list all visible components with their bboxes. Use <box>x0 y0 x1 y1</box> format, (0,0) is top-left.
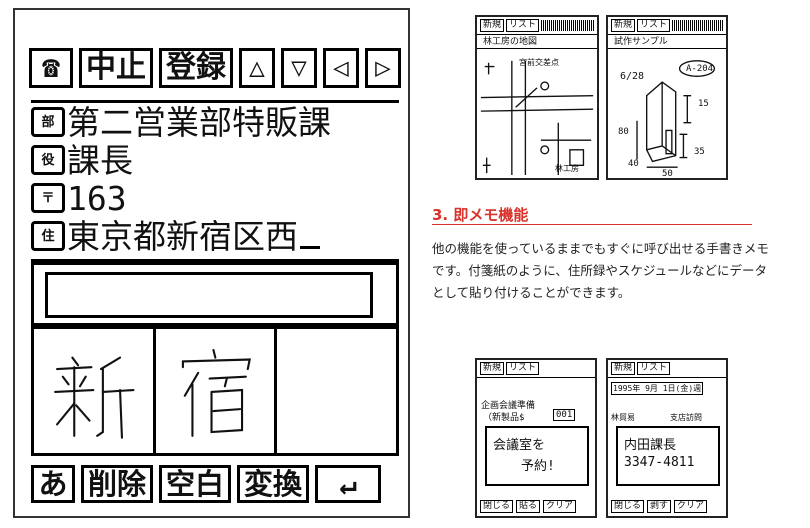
bottom-toolbar: あ 削除 空白 変換 ↵ <box>31 464 382 504</box>
handwriting-area[interactable] <box>31 326 399 456</box>
list-button[interactable]: リスト <box>637 362 671 375</box>
section-divider <box>432 224 752 225</box>
top-toolbar: ☎ 中止 登録 △ ▽ ◁ ▷ <box>29 46 401 90</box>
input-mode-icon[interactable]: あ <box>31 465 75 503</box>
address-icon: 住 <box>31 221 65 251</box>
clear-button[interactable]: クリア <box>543 500 577 513</box>
memo2-event1: 林貿易 <box>611 413 635 422</box>
memo1-toolbar: 新規 リスト <box>477 360 595 378</box>
dimension-40: 40 <box>628 159 639 169</box>
right-arrow-icon[interactable]: ▷ <box>365 48 401 88</box>
title-text: 課長 <box>67 140 133 180</box>
remove-button[interactable]: 剥す <box>647 500 672 513</box>
department-text: 第二営業部特販課 <box>67 102 331 142</box>
dimension-50: 50 <box>662 169 673 179</box>
address-text: 東京都新宿区西 <box>67 216 298 256</box>
map-place-label: 林工房 <box>555 164 579 173</box>
sketch-title: 試作サンプル <box>608 35 726 49</box>
delete-button[interactable]: 削除 <box>81 465 154 503</box>
sketch-toolbar: 新規 リスト <box>608 17 726 35</box>
paste-button[interactable]: 貼る <box>516 500 541 513</box>
up-arrow-icon[interactable]: △ <box>239 48 275 88</box>
memo2-footer: 閉じる 剥す クリア <box>611 500 723 513</box>
down-arrow-icon[interactable]: ▽ <box>281 48 317 88</box>
memo1-note-box[interactable]: 会議室を 予約! <box>485 426 589 486</box>
memo1-footer: 閉じる 貼る クリア <box>480 500 592 513</box>
handwritten-yado-glyph <box>181 348 251 437</box>
memo2-note-line1: 内田課長 <box>624 438 677 453</box>
list-button[interactable]: リスト <box>637 19 671 32</box>
dimension-15: 15 <box>698 99 709 109</box>
new-button[interactable]: 新規 <box>480 362 505 375</box>
handwritten-shin-glyph <box>54 356 135 439</box>
clear-button[interactable]: クリア <box>674 500 708 513</box>
title-row[interactable]: 役 課長 <box>31 141 399 179</box>
left-arrow-icon[interactable]: ◁ <box>323 48 359 88</box>
phone-icon[interactable]: ☎ <box>29 48 73 88</box>
memo2-date: 1995年 9月 1日(金)週 <box>611 382 704 395</box>
list-button[interactable]: リスト <box>506 19 540 32</box>
memo1-number[interactable]: 001 <box>553 409 576 421</box>
meeting-memo-screen: 新規 リスト 企画会議準備 （新製品$ 001 会議室を 予約! 閉じる 貼る … <box>475 358 597 518</box>
sketch-memo-screen: 新規 リスト 試作サンプル 6/28 A-204 15 80 35 40 50 <box>606 15 728 180</box>
memo1-note-line1: 会議室を <box>493 438 546 453</box>
schedule-memo-screen: 新規 リスト 1995年 9月 1日(金)週 林貿易 支店訪問 内田課長 334… <box>606 358 728 518</box>
sketch-code: A-204 <box>686 64 714 74</box>
memo1-line2: （新製品$ <box>483 413 525 423</box>
handwriting-cell-2[interactable] <box>156 329 278 453</box>
register-button[interactable]: 登録 <box>159 48 233 88</box>
sketch-date: 6/28 <box>620 71 645 82</box>
close-button[interactable]: 閉じる <box>480 500 514 513</box>
handwriting-cell-1[interactable] <box>34 329 156 453</box>
address-row[interactable]: 住 東京都新宿区西 <box>31 217 399 255</box>
section-body: 他の機能を使っているままでもすぐに呼び出せる手書きメモです。付箋紙のように、住所… <box>432 241 769 300</box>
cancel-button[interactable]: 中止 <box>79 48 153 88</box>
memo2-toolbar: 新規 リスト <box>608 360 726 378</box>
conversion-input[interactable] <box>45 272 373 318</box>
new-button[interactable]: 新規 <box>480 19 505 32</box>
map-title: 林工房の地図 <box>477 35 597 49</box>
department-icon: 部 <box>31 107 65 137</box>
department-row[interactable]: 部 第二営業部特販課 <box>31 103 399 141</box>
contact-info-panel: 部 第二営業部特販課 役 課長 〒 163 住 東京都新宿区西 <box>31 100 399 262</box>
person-icon: 役 <box>31 145 65 175</box>
map-landmark: 宮前交差点 <box>519 58 559 67</box>
map-memo-screen: 新規 リスト 林工房の地図 宮前交差点 林工房 <box>475 15 599 180</box>
close-button[interactable]: 閉じる <box>611 500 645 513</box>
map-sketch <box>477 52 597 178</box>
postal-icon: 〒 <box>31 183 65 213</box>
zip-text: 163 <box>67 178 127 218</box>
map-toolbar: 新規 リスト <box>477 17 597 35</box>
handwriting-device-screen: ☎ 中止 登録 △ ▽ ◁ ▷ 部 第二営業部特販課 役 課長 〒 163 住 … <box>13 8 410 518</box>
zip-row[interactable]: 〒 163 <box>31 179 399 217</box>
enter-icon[interactable]: ↵ <box>315 465 382 503</box>
section-title: 3. 即メモ機能 <box>432 206 529 224</box>
list-button[interactable]: リスト <box>506 362 540 375</box>
toolbar-pattern <box>541 20 594 31</box>
memo2-note-box[interactable]: 内田課長 3347-4811 <box>616 426 720 486</box>
memo2-event2: 支店訪問 <box>670 413 702 422</box>
new-button[interactable]: 新規 <box>611 19 636 32</box>
dimension-35: 35 <box>694 147 705 157</box>
space-button[interactable]: 空白 <box>159 465 232 503</box>
new-button[interactable]: 新規 <box>611 362 636 375</box>
text-cursor <box>300 223 320 249</box>
memo1-note-line2: 予約! <box>521 459 555 474</box>
dimension-80: 80 <box>618 127 629 137</box>
memo2-note-line2: 3347-4811 <box>624 455 695 470</box>
convert-button[interactable]: 変換 <box>237 465 310 503</box>
toolbar-pattern <box>672 20 723 31</box>
handwriting-cell-3[interactable] <box>277 329 396 453</box>
